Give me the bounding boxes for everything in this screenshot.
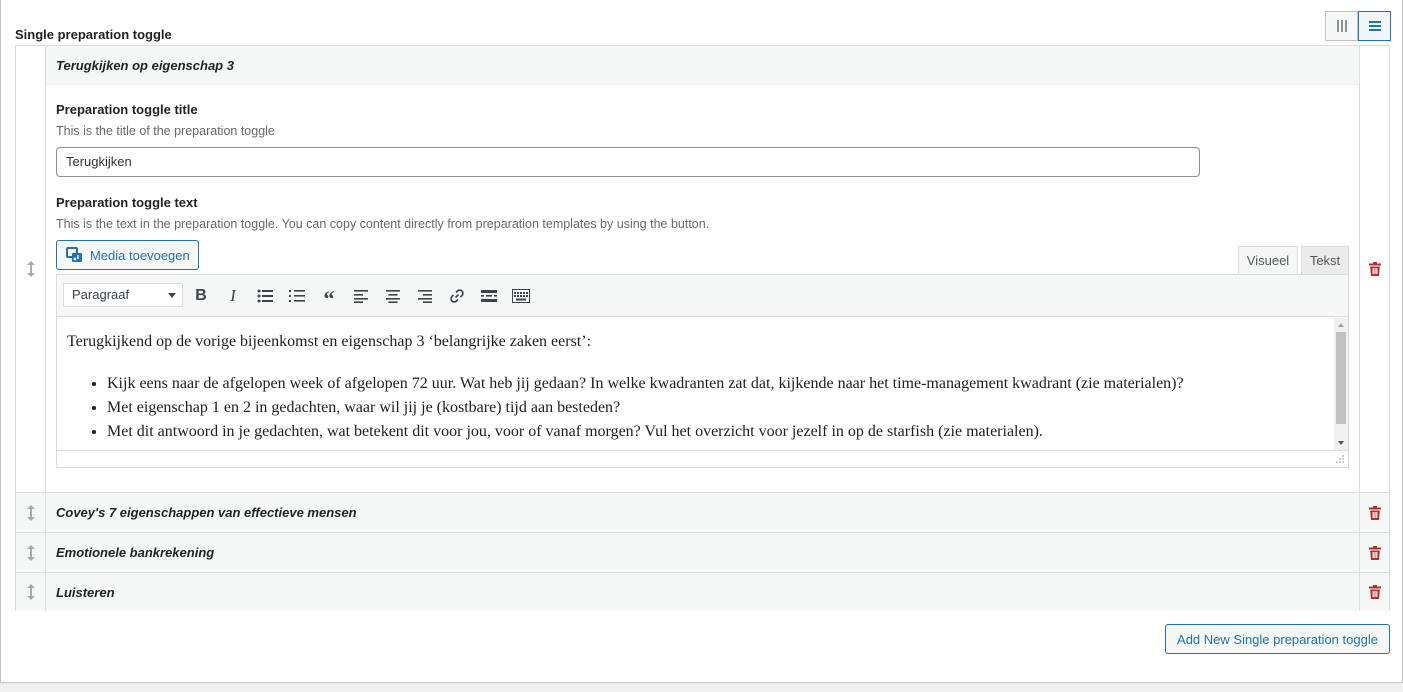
scroll-down-icon bbox=[1338, 441, 1344, 445]
content-bullet-list: Kijk eens naar de afgelopen week of afge… bbox=[67, 372, 1184, 444]
blockquote-button[interactable]: “ bbox=[318, 285, 340, 311]
row-view-button[interactable] bbox=[1358, 11, 1391, 41]
trash-icon bbox=[1368, 545, 1381, 560]
media-icon bbox=[66, 247, 82, 262]
tab-visual[interactable]: Visueel bbox=[1238, 246, 1298, 275]
row-title: Luisteren bbox=[56, 585, 115, 600]
rows-icon bbox=[1368, 21, 1381, 31]
bold-icon: B bbox=[195, 287, 207, 304]
title-field-description: This is the title of the preparation tog… bbox=[56, 124, 275, 138]
wysiwyg-editor: Paragraaf B I “ Terugkijkend op de vorig… bbox=[56, 274, 1349, 468]
row-header[interactable]: Emotionele bankrekening bbox=[46, 533, 1359, 572]
quote-icon: “ bbox=[323, 286, 335, 311]
trash-icon bbox=[1368, 585, 1381, 599]
numbered-list-button[interactable] bbox=[286, 285, 308, 307]
align-center-icon bbox=[386, 290, 400, 303]
remove-row-button[interactable] bbox=[1359, 493, 1389, 532]
repeater-row-collapsed[interactable]: Covey's 7 eigenschappen van effectieve m… bbox=[16, 493, 1389, 533]
bold-button[interactable]: B bbox=[190, 285, 212, 307]
title-input[interactable]: Terugkijken bbox=[56, 147, 1200, 177]
drag-handle[interactable] bbox=[16, 493, 46, 532]
read-more-icon bbox=[481, 290, 497, 302]
align-center-button[interactable] bbox=[382, 285, 404, 307]
editor-content[interactable]: Terugkijkend op de vorige bijeenkomst en… bbox=[57, 318, 1334, 450]
bullet-list-button[interactable] bbox=[254, 285, 276, 307]
scroll-up-icon bbox=[1338, 323, 1344, 327]
align-left-icon bbox=[354, 290, 368, 303]
link-icon bbox=[450, 289, 464, 303]
align-right-icon bbox=[418, 290, 432, 303]
align-left-button[interactable] bbox=[350, 285, 372, 307]
bullet-list-icon bbox=[257, 289, 273, 303]
format-select[interactable]: Paragraaf bbox=[63, 283, 183, 307]
italic-button[interactable]: I bbox=[222, 285, 244, 307]
drag-handle[interactable] bbox=[16, 46, 46, 492]
insert-link-button[interactable] bbox=[446, 285, 468, 307]
remove-row-button[interactable] bbox=[1359, 533, 1389, 572]
repeater-row-body: Terugkijken op eigenschap 3 Preparation … bbox=[46, 46, 1359, 492]
resize-handle-icon[interactable] bbox=[1335, 454, 1345, 464]
repeater-row-collapsed[interactable]: Emotionele bankrekening bbox=[16, 533, 1389, 573]
toolbar-toggle-button[interactable] bbox=[510, 285, 532, 307]
align-right-button[interactable] bbox=[414, 285, 436, 307]
repeater-row-expanded: Terugkijken op eigenschap 3 Preparation … bbox=[16, 46, 1389, 493]
title-field-label: Preparation toggle title bbox=[56, 102, 198, 117]
trash-icon bbox=[1368, 505, 1381, 520]
layout-view-toggle bbox=[1325, 11, 1391, 41]
chevron-down-icon bbox=[168, 293, 176, 298]
keyboard-icon bbox=[512, 289, 530, 303]
columns-icon bbox=[1336, 20, 1347, 32]
row-title: Emotionele bankrekening bbox=[56, 545, 215, 560]
content-paragraph: Terugkijkend op de vorige bijeenkomst en… bbox=[67, 333, 592, 350]
add-row-button[interactable]: Add New Single preparation toggle bbox=[1165, 624, 1390, 654]
list-item: Met eigenschap 1 en 2 in gedachten, waar… bbox=[107, 396, 1184, 420]
drag-handle[interactable] bbox=[16, 573, 46, 611]
numbered-list-icon bbox=[289, 290, 305, 302]
add-media-label: Media toevoegen bbox=[90, 247, 190, 263]
acf-field-panel: Single preparation toggle Terugkijken op… bbox=[0, 0, 1403, 683]
editor-scrollbar[interactable] bbox=[1334, 318, 1348, 450]
tab-text[interactable]: Tekst bbox=[1301, 246, 1349, 275]
drag-arrows-icon bbox=[26, 261, 35, 277]
add-media-button[interactable]: Media toevoegen bbox=[56, 240, 199, 270]
list-item: Met dit antwoord in je gedachten, wat be… bbox=[107, 420, 1184, 444]
drag-arrows-icon bbox=[26, 544, 35, 561]
row-title: Covey's 7 eigenschappen van effectieve m… bbox=[56, 505, 357, 520]
row-header[interactable]: Luisteren bbox=[46, 573, 1359, 611]
row-header[interactable]: Covey's 7 eigenschappen van effectieve m… bbox=[46, 493, 1359, 532]
read-more-button[interactable] bbox=[478, 285, 500, 307]
repeater-table: Terugkijken op eigenschap 3 Preparation … bbox=[15, 45, 1390, 611]
remove-row-button[interactable] bbox=[1359, 46, 1389, 492]
editor-toolbar: Paragraaf B I “ bbox=[57, 275, 1348, 317]
row-title: Terugkijken op eigenschap 3 bbox=[56, 58, 234, 73]
list-item: Kijk eens naar de afgelopen week of afge… bbox=[107, 372, 1184, 396]
italic-icon: I bbox=[230, 286, 236, 305]
text-field-label: Preparation toggle text bbox=[56, 195, 198, 210]
row-header[interactable]: Terugkijken op eigenschap 3 bbox=[46, 46, 1359, 85]
editor-statusbar bbox=[57, 450, 1348, 467]
column-view-button[interactable] bbox=[1325, 11, 1358, 41]
field-label: Single preparation toggle bbox=[15, 27, 172, 42]
scrollbar-thumb[interactable] bbox=[1336, 332, 1346, 424]
repeater-row-collapsed[interactable]: Luisteren bbox=[16, 573, 1389, 611]
text-field-description: This is the text in the preparation togg… bbox=[56, 217, 710, 231]
trash-icon bbox=[1368, 262, 1381, 276]
format-select-value: Paragraaf bbox=[72, 287, 130, 302]
drag-arrows-icon bbox=[26, 504, 35, 521]
drag-handle[interactable] bbox=[16, 533, 46, 572]
drag-arrows-icon bbox=[26, 584, 35, 600]
remove-row-button[interactable] bbox=[1359, 573, 1389, 611]
